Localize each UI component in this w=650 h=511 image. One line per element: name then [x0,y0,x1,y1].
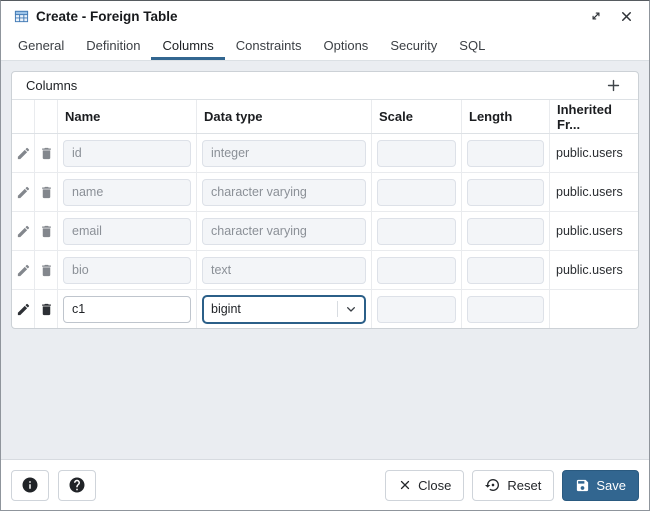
columns-panel: Columns Name Data type Scale Length Inhe… [11,71,639,329]
name-input [63,256,191,284]
chevron-down-icon [338,297,364,322]
reset-button-label: Reset [507,477,542,493]
save-button[interactable]: Save [562,469,639,501]
tab-constraints[interactable]: Constraints [225,31,313,60]
inherited-from-value: public.users [556,224,623,238]
maximize-icon[interactable] [586,6,606,26]
name-input [63,178,191,206]
edit-row-button [12,173,34,211]
help-button[interactable] [58,469,96,501]
columns-grid: Name Data type Scale Length Inherited Fr… [12,100,638,328]
header-inherited-from: Inherited Fr... [557,101,612,132]
reset-icon [485,479,500,491]
pencil-icon [17,264,29,276]
data-type-input [202,139,366,167]
column-row-c1: bigint [12,290,638,328]
foreign-table-icon [14,9,29,24]
close-x-icon [400,480,410,490]
info-button[interactable] [11,469,49,501]
tab-general[interactable]: General [7,31,75,60]
pencil-icon [17,147,29,159]
trash-icon [41,186,51,198]
dialog-title: Create - Foreign Table [36,8,178,24]
header-scale: Scale [372,100,462,133]
header-data-type: Data type [197,100,372,133]
dialog-titlebar: Create - Foreign Table [1,1,649,31]
edit-row-button[interactable] [12,290,34,328]
column-row-id: public.users [12,134,638,173]
data-type-input [202,217,366,245]
pencil-icon [17,186,29,198]
tab-content-columns: Columns Name Data type Scale Length Inhe… [1,61,649,459]
scale-input [377,178,456,206]
column-row-bio: public.users [12,251,638,290]
trash-icon [41,264,51,276]
edit-row-button [12,212,34,250]
name-input [63,217,191,245]
delete-row-button [35,134,57,172]
tab-security[interactable]: Security [379,31,448,60]
add-column-button[interactable] [602,75,624,97]
data-type-select-wrapper: bigint [202,294,366,324]
trash-icon [41,147,51,159]
dialog-footer: Close Reset Save [1,459,649,510]
pencil-icon [17,225,29,237]
tab-sql[interactable]: SQL [448,31,496,60]
length-input [467,217,544,245]
dialog-tabs: General Definition Columns Constraints O… [1,31,649,61]
close-button[interactable]: Close [385,469,465,501]
data-type-input [202,178,366,206]
delete-row-button[interactable] [35,290,57,328]
header-edit-column [12,100,35,133]
pencil-icon [17,303,29,315]
name-input [63,139,191,167]
length-input [467,295,544,323]
inherited-from-value: public.users [556,146,623,160]
trash-icon [41,303,51,315]
header-delete-column [35,100,58,133]
edit-row-button [12,134,34,172]
delete-row-button [35,251,57,289]
close-dialog-icon[interactable] [616,6,636,26]
header-name: Name [58,100,197,133]
columns-panel-title: Columns [26,78,78,93]
length-input [467,139,544,167]
scale-input [377,295,456,323]
length-input [467,256,544,284]
help-icon [69,477,85,493]
scale-input [377,256,456,284]
inherited-from-value: public.users [556,263,623,277]
select-divider [337,301,338,317]
name-input[interactable] [63,295,191,323]
plus-icon [607,79,619,92]
edit-row-button [12,251,34,289]
reset-button[interactable]: Reset [472,469,555,501]
save-icon [577,479,589,491]
info-icon [22,477,38,493]
column-row-email: public.users [12,212,638,251]
tab-options[interactable]: Options [313,31,380,60]
tab-definition[interactable]: Definition [75,31,151,60]
close-button-label: Close [418,477,452,493]
save-button-label: Save [596,477,626,493]
trash-icon [41,225,51,237]
delete-row-button [35,173,57,211]
columns-grid-header: Name Data type Scale Length Inherited Fr… [12,100,638,134]
inherited-from-value: public.users [556,185,623,199]
columns-panel-header: Columns [12,72,638,100]
data-type-select[interactable]: bigint [204,296,337,322]
delete-row-button [35,212,57,250]
length-input [467,178,544,206]
data-type-input [202,256,366,284]
header-length: Length [462,100,550,133]
create-foreign-table-dialog: Create - Foreign Table General Definitio… [0,0,650,511]
scale-input [377,139,456,167]
scale-input [377,217,456,245]
column-row-name: public.users [12,173,638,212]
tab-columns[interactable]: Columns [151,31,225,60]
